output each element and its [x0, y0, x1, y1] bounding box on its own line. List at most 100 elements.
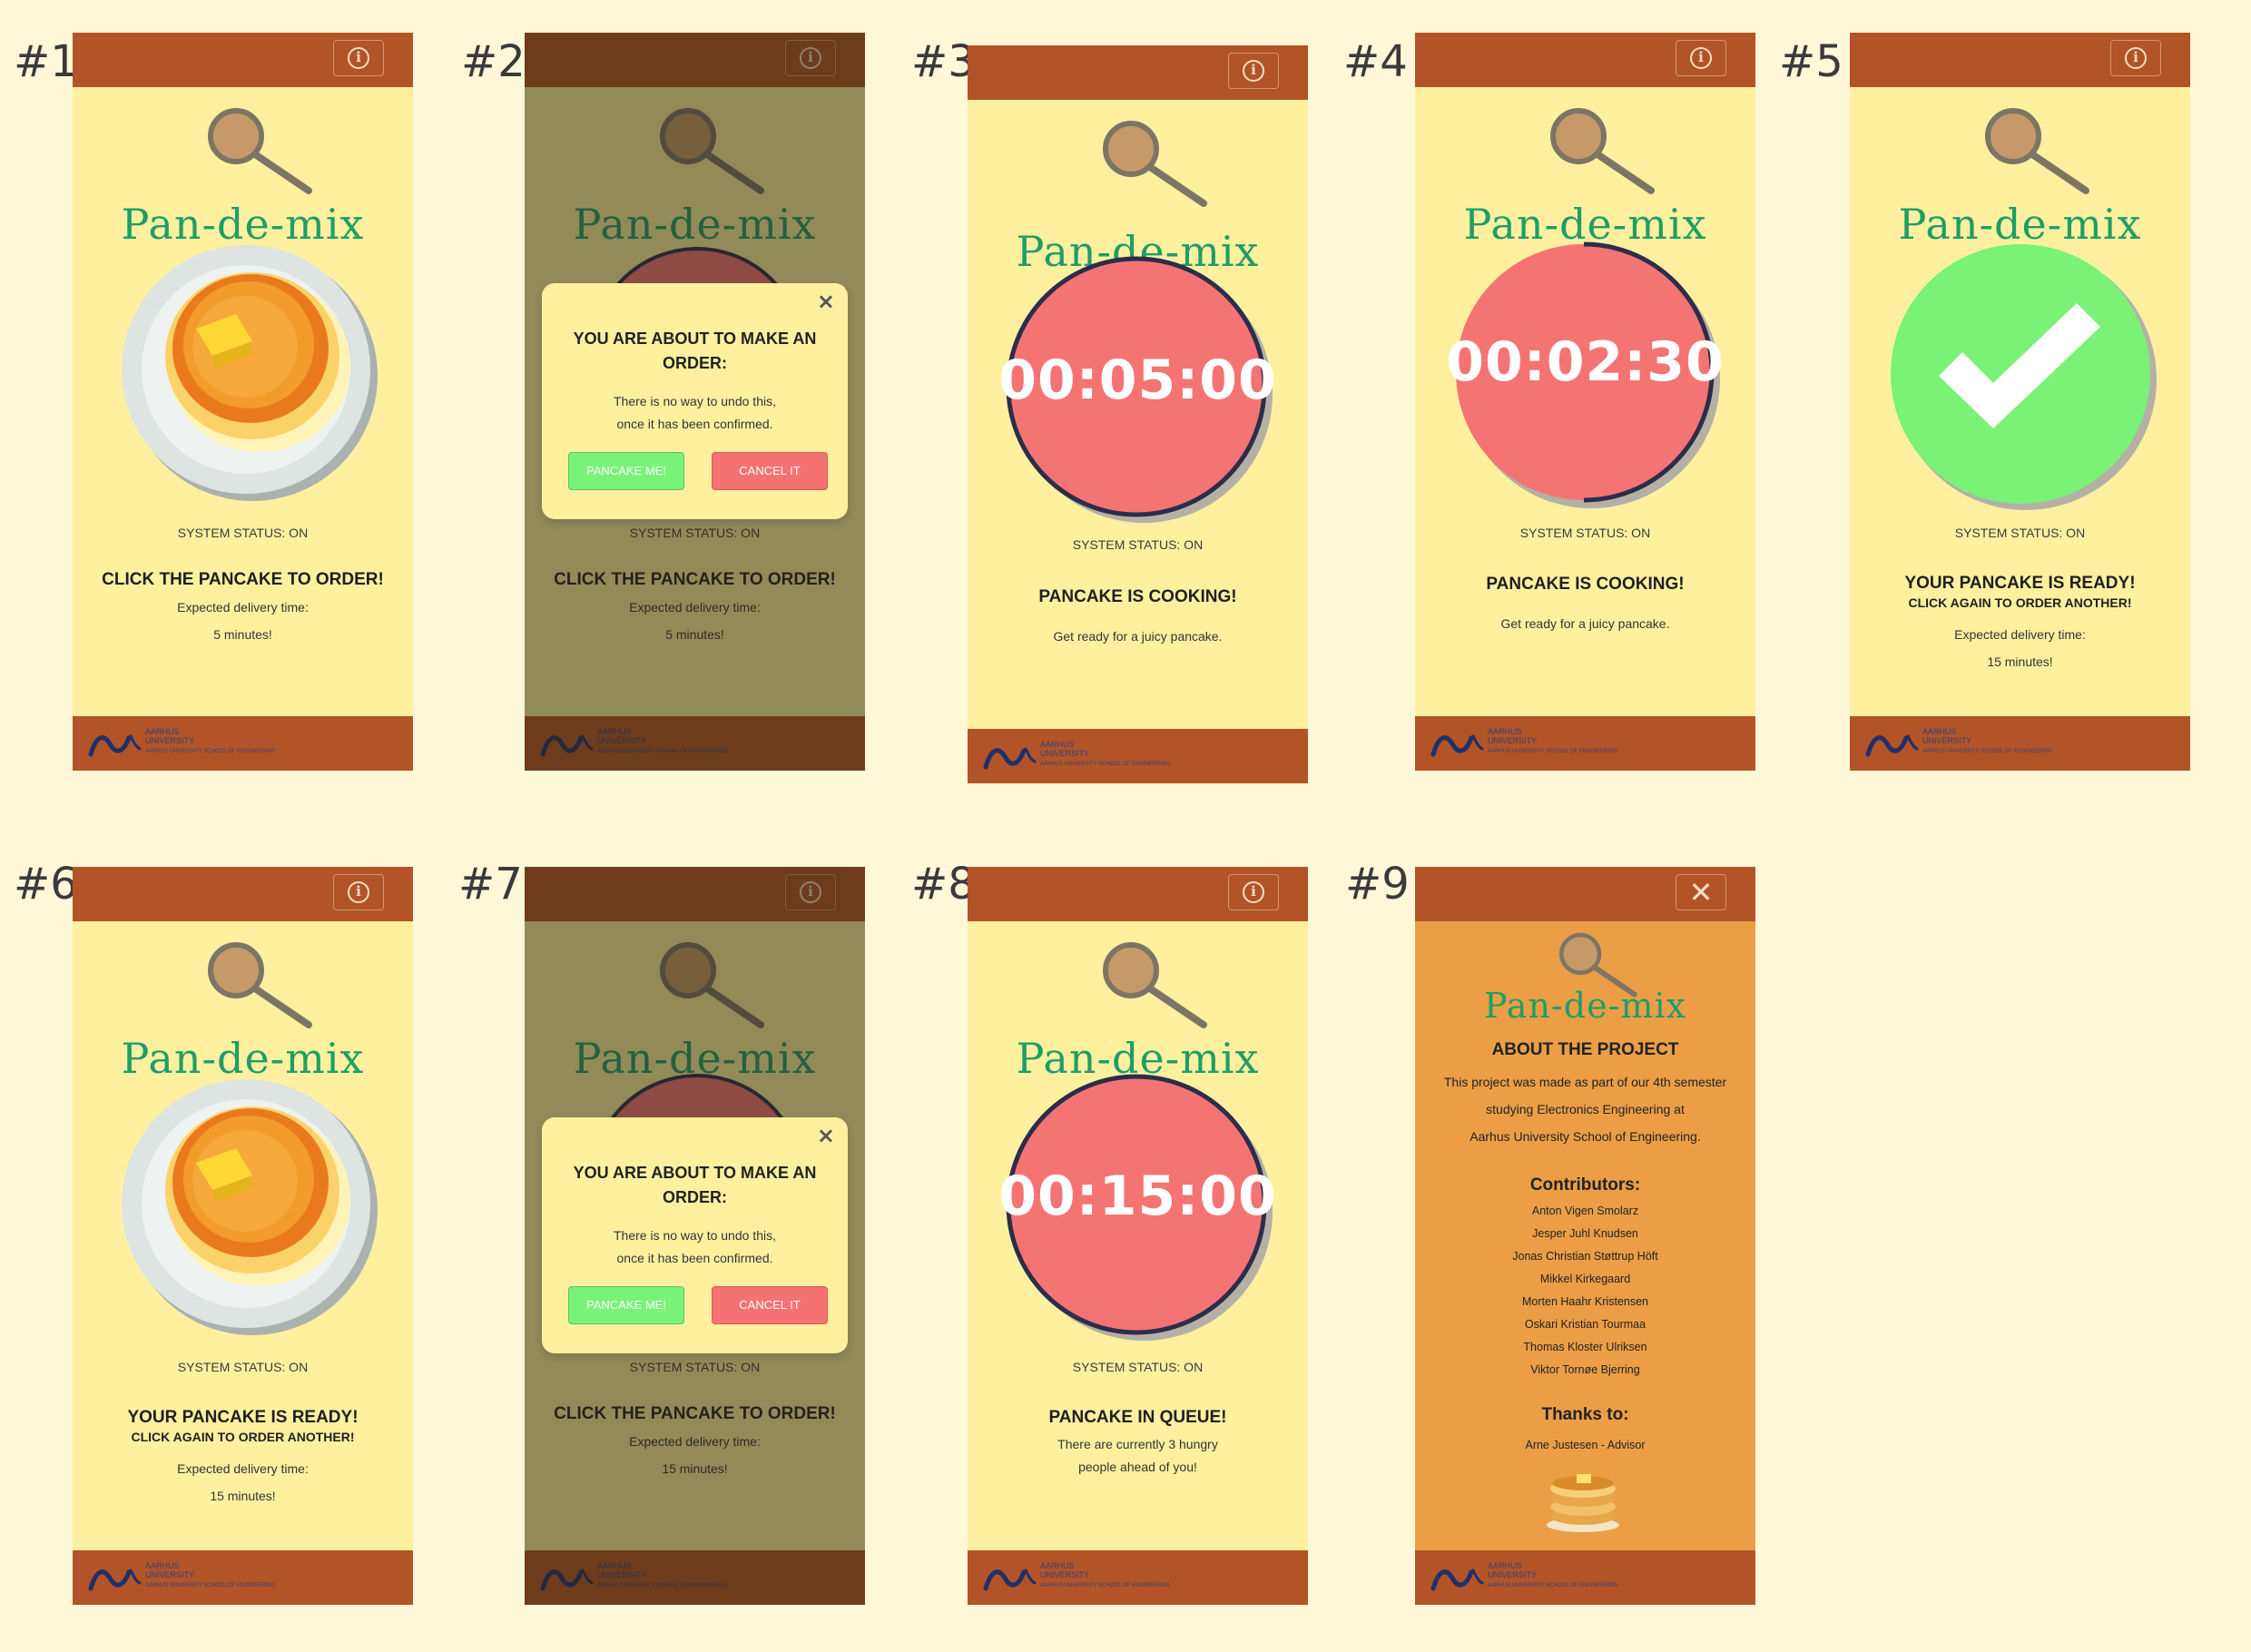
- slot-label-9: #9: [1345, 859, 1410, 910]
- check-button[interactable]: [1884, 240, 2161, 516]
- list-item: Thomas Kloster Ulriksen: [1523, 1341, 1647, 1353]
- timer-text: 00:15:00: [998, 1165, 1277, 1228]
- system-status: SYSTEM STATUS: ON: [1072, 537, 1204, 552]
- top-bar: i: [1850, 33, 2190, 87]
- info-button[interactable]: i: [1676, 40, 1726, 76]
- list-item: Morten Haahr Kristensen: [1522, 1295, 1648, 1308]
- slot-label-8: #8: [911, 859, 976, 910]
- screen-3-cooking: i Pan-de-mix 00:05:00 SYSTEM STATUS: ON …: [968, 45, 1308, 783]
- aau-wave-icon: [1430, 727, 1484, 758]
- pancake-button[interactable]: [116, 240, 379, 503]
- subheadline: CLICK AGAIN TO ORDER ANOTHER!: [131, 1430, 355, 1444]
- aau-wave-icon: [87, 1561, 142, 1592]
- modal-title: YOU ARE ABOUT TO MAKE AN ORDER:: [573, 329, 817, 372]
- about-title: ABOUT THE PROJECT: [1491, 1040, 1679, 1059]
- info-button[interactable]: i: [1228, 53, 1279, 89]
- aau-text: AARHUSUNIVERSITYAARHUS UNIVERSITY SCHOOL…: [145, 1561, 276, 1588]
- info-button[interactable]: i: [1228, 874, 1279, 910]
- contributors-list: Anton Vigen Smolarz Jesper Juhl Knudsen …: [1415, 1200, 1755, 1382]
- list-item: Jesper Juhl Knudsen: [1532, 1227, 1638, 1240]
- system-status: SYSTEM STATUS: ON: [1954, 526, 2086, 540]
- thanks-list: Arne Justesen - Advisor: [1525, 1439, 1646, 1451]
- screen-9-about: ✕ Pan-de-mix ABOUT THE PROJECT This proj…: [1415, 867, 1755, 1605]
- modal-text: There is no way to undo this, once it has…: [614, 1228, 776, 1265]
- aau-text: AARHUSUNIVERSITYAARHUS UNIVERSITY SCHOOL…: [1040, 740, 1171, 767]
- timer-text: 00:02:30: [1446, 330, 1725, 394]
- headline: PANCAKE IS COOKING!: [1486, 575, 1685, 594]
- cancel-button[interactable]: CANCEL IT: [712, 452, 828, 490]
- info-button[interactable]: i: [333, 40, 384, 76]
- list-item: Anton Vigen Smolarz: [1531, 1205, 1639, 1217]
- top-bar: i: [73, 33, 413, 87]
- screen-7-confirm: i Pan-de-mix SYSTEM STATUS: ON CLICK THE…: [525, 867, 865, 1605]
- frying-pan-icon: [1102, 941, 1211, 1041]
- aau-text: AARHUSUNIVERSITYAARHUS UNIVERSITY SCHOOL…: [1922, 727, 2053, 754]
- timer-button[interactable]: 00:02:30: [1415, 240, 1755, 512]
- screen-6-ready-order: i Pan-de-mix SYSTEM STATUS: ON YOUR PANC…: [73, 867, 413, 1605]
- frying-pan-icon: [1102, 120, 1211, 220]
- info-circle-icon: i: [1243, 881, 1264, 903]
- delivery-label: Expected delivery time:: [177, 600, 309, 615]
- system-status: SYSTEM STATUS: ON: [177, 526, 309, 540]
- confirm-button[interactable]: PANCAKE ME!: [568, 1286, 684, 1324]
- top-bar: i: [968, 45, 1308, 100]
- headline: PANCAKE IN QUEUE!: [1048, 1408, 1227, 1427]
- slot-label-2: #2: [461, 36, 526, 87]
- modal-text: There is no way to undo this, once it has…: [614, 394, 776, 431]
- system-status: SYSTEM STATUS: ON: [1072, 1360, 1204, 1374]
- frying-pan-icon: [207, 107, 316, 207]
- pancake-button[interactable]: [116, 1074, 379, 1337]
- cooking-subtext: Get ready for a juicy pancake.: [1053, 629, 1223, 644]
- close-icon[interactable]: ×: [817, 289, 835, 314]
- confirm-button[interactable]: PANCAKE ME!: [568, 452, 684, 490]
- screen-1-order: i Pan-de-mix SYSTEM STATUS: ON CLICK THE…: [73, 33, 413, 771]
- close-icon[interactable]: ×: [817, 1123, 835, 1148]
- slot-label-7: #7: [458, 859, 523, 910]
- subheadline: CLICK AGAIN TO ORDER ANOTHER!: [1908, 595, 2132, 610]
- close-icon: ✕: [1688, 875, 1714, 910]
- footer: AARHUSUNIVERSITYAARHUS UNIVERSITY SCHOOL…: [73, 1550, 413, 1605]
- system-status: SYSTEM STATUS: ON: [1519, 526, 1651, 540]
- order-modal: × YOU ARE ABOUT TO MAKE AN ORDER: There …: [542, 283, 848, 519]
- footer: AARHUSUNIVERSITYAARHUS UNIVERSITY SCHOOL…: [1415, 716, 1755, 771]
- headline: CLICK THE PANCAKE TO ORDER!: [102, 570, 384, 589]
- info-circle-icon: i: [1690, 47, 1712, 69]
- headline: YOUR PANCAKE IS READY! CLICK AGAIN TO OR…: [73, 1408, 413, 1444]
- frying-pan-icon: [1549, 107, 1658, 207]
- close-button[interactable]: ✕: [1676, 874, 1726, 910]
- headline: YOUR PANCAKE IS READY! CLICK AGAIN TO OR…: [1850, 574, 2190, 610]
- list-item: Mikkel Kirkegaard: [1539, 1273, 1631, 1285]
- timer-button[interactable]: 00:15:00: [968, 1072, 1308, 1344]
- slot-label-6: #6: [14, 859, 78, 910]
- slot-label-4: #4: [1343, 36, 1408, 87]
- footer: AARHUSUNIVERSITYAARHUS UNIVERSITY SCHOOL…: [73, 716, 413, 771]
- footer: AARHUSUNIVERSITYAARHUS UNIVERSITY SCHOOL…: [1415, 1550, 1755, 1605]
- screen-8-queue: i Pan-de-mix 00:15:00 SYSTEM STATUS: ON …: [968, 867, 1308, 1605]
- top-bar: i: [1415, 33, 1755, 87]
- cancel-button[interactable]: CANCEL IT: [712, 1286, 828, 1324]
- aau-text: AARHUSUNIVERSITYAARHUS UNIVERSITY SCHOOL…: [1488, 727, 1618, 754]
- order-modal: × YOU ARE ABOUT TO MAKE AN ORDER: There …: [542, 1117, 848, 1353]
- aau-wave-icon: [982, 1561, 1037, 1592]
- aau-wave-icon: [1864, 727, 1919, 758]
- contributors-title: Contributors:: [1529, 1175, 1641, 1195]
- cooking-subtext: Get ready for a juicy pancake.: [1500, 616, 1670, 631]
- footer: AARHUSUNIVERSITYAARHUS UNIVERSITY SCHOOL…: [1850, 716, 2190, 771]
- frying-pan-icon: [207, 941, 316, 1041]
- list-item: Jonas Christian Støttrup Höft: [1512, 1250, 1658, 1263]
- headline: PANCAKE IS COOKING!: [1038, 587, 1237, 606]
- brand-title: Pan-de-mix: [1483, 986, 1687, 1026]
- info-circle-icon: i: [2125, 47, 2147, 69]
- timer-button[interactable]: 00:05:00: [968, 254, 1308, 526]
- aau-wave-icon: [1430, 1561, 1484, 1592]
- delivery-label: Expected delivery time:: [177, 1461, 309, 1476]
- info-circle-icon: i: [348, 47, 369, 69]
- footer: AARHUSUNIVERSITYAARHUS UNIVERSITY SCHOOL…: [968, 729, 1308, 783]
- info-button[interactable]: i: [2110, 40, 2161, 76]
- info-circle-icon: i: [348, 881, 369, 903]
- screen-4-cooking: i Pan-de-mix 00:02:30 SYSTEM STATUS: ON …: [1415, 33, 1755, 771]
- delivery-time: 5 minutes!: [213, 627, 272, 642]
- modal-title: YOU ARE ABOUT TO MAKE AN ORDER:: [573, 1164, 817, 1206]
- list-item: Oskari Kristian Tourmaa: [1524, 1318, 1646, 1331]
- info-button[interactable]: i: [333, 874, 384, 910]
